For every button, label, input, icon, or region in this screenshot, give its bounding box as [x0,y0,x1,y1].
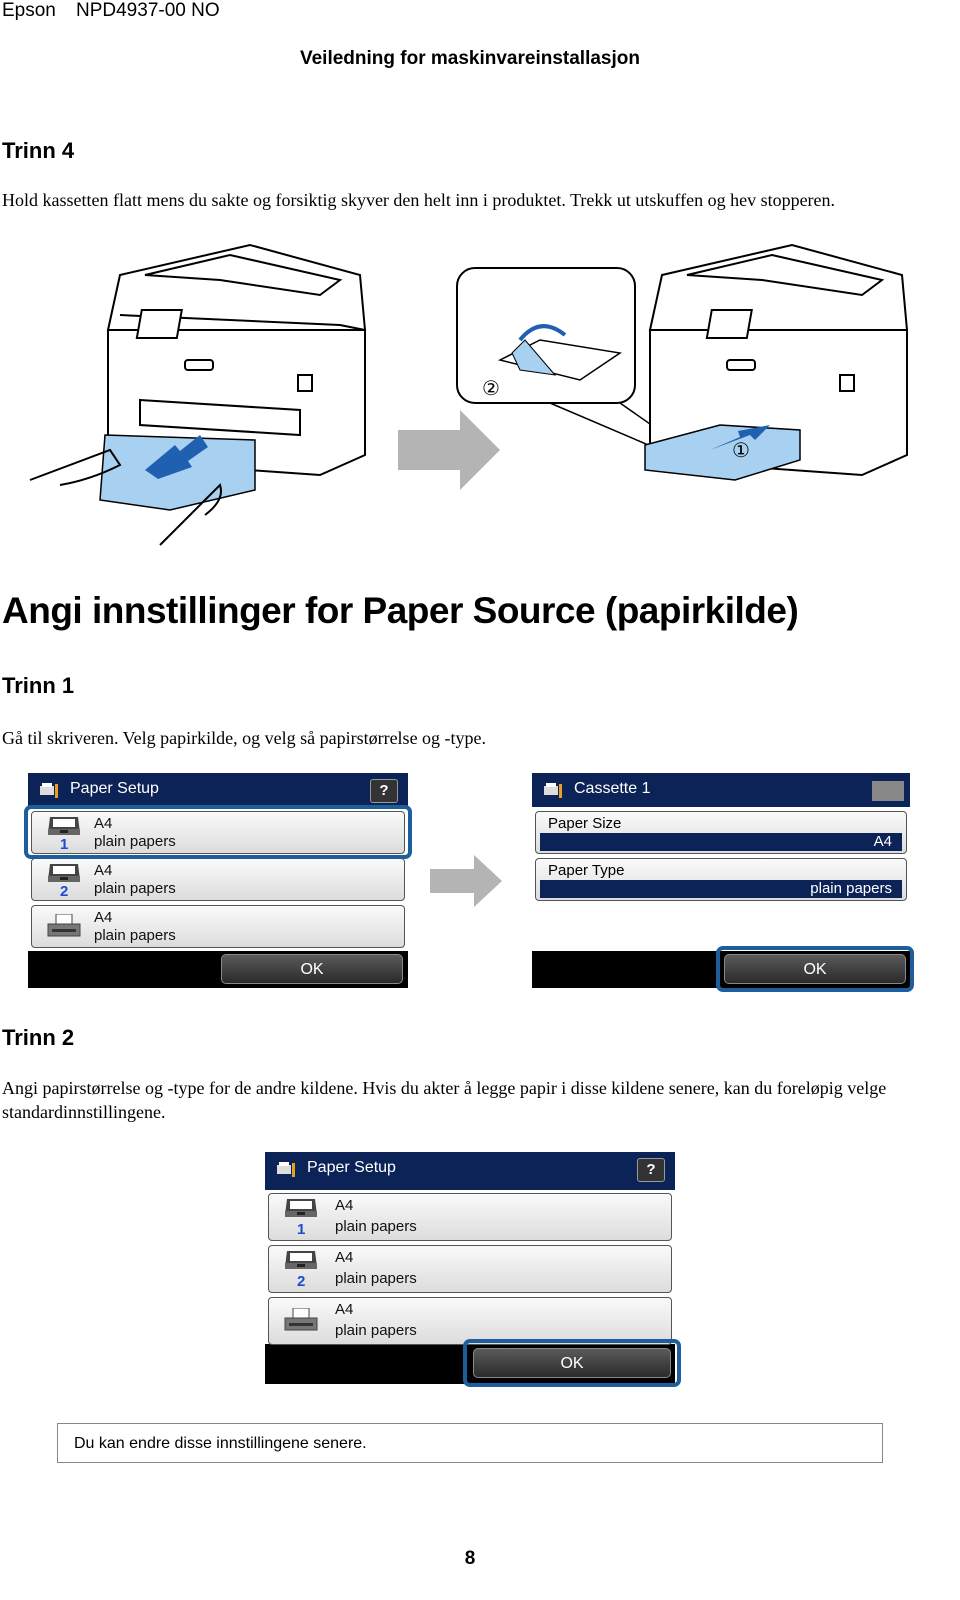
step1-heading: Trinn 1 [2,673,75,698]
cassette-left [99,434,256,511]
source-cassette-1[interactable]: 1 A4 plain papers [268,1193,672,1241]
paper-type: plain papers [94,927,176,944]
setting-label: Paper Type [548,862,625,879]
step2-text: Angi papirstørrelse og -type for de andr… [2,1078,887,1122]
help-button[interactable]: ? [370,779,398,803]
source-cassette-2[interactable]: 2 A4 plain papers [31,858,405,901]
next-arrow-icon [398,410,500,490]
header-doc-code: NPD4937-00 NO [76,0,220,21]
source-cassette-2[interactable]: 2 A4 plain papers [268,1245,672,1293]
panel-title-bar: Paper Setup ? [28,773,408,807]
source-number: 2 [60,883,69,900]
note-text: Du kan endre disse innstillingene senere… [74,1435,367,1452]
cassette-settings-panel: Cassette 1 Paper Size A4 Paper Type plai… [532,773,914,992]
panel-title-bar: Cassette 1 [532,773,910,807]
document-title: Veiledning for maskinvareinstallasjon [299,48,640,69]
printer-illustration: ② ① [29,243,909,546]
step2-heading: Trinn 2 [2,1025,75,1050]
source-number: 2 [297,1273,306,1290]
paper-type: plain papers [335,1270,417,1287]
paper-setup-icon [40,783,58,798]
stopper-callout: ② [456,267,681,451]
callout-1-label: ① [732,438,750,462]
paper-setup-panel-step2: Paper Setup ? 1 A4 plain papers 2 A4 pla… [265,1152,681,1387]
paper-size: A4 [335,1197,354,1214]
selection-highlight [716,946,914,992]
source-rear-feed[interactable]: A4 plain papers [31,905,405,948]
setting-label: Paper Size [548,815,622,832]
paper-type: plain papers [335,1218,417,1235]
paper-setup-icon [544,783,562,798]
selection-highlight [463,1339,681,1387]
paper-setup-panel: Paper Setup ? 1 A4 plain papers 2 A4 pla… [24,773,412,988]
section-title: Angi innstillinger for Paper Source (pap… [2,590,799,631]
selection-highlight [24,805,412,859]
rear-feed-icon [284,1308,318,1331]
paper-type: plain papers [94,880,176,897]
panel-title: Cassette 1 [574,780,651,797]
source-rear-feed[interactable]: A4 plain papers [268,1297,672,1345]
panel-title-bar: Paper Setup ? [265,1152,675,1190]
panel-title: Paper Setup [307,1159,396,1176]
setting-value: plain papers [540,880,902,898]
paper-size: A4 [94,909,113,926]
note-box: Du kan endre disse innstillingene senere… [57,1423,883,1463]
paper-size-setting[interactable]: Paper Size A4 [535,811,907,854]
ok-button[interactable]: OK [221,954,403,984]
paper-size: A4 [335,1249,354,1266]
page-number: 8 [464,1548,476,1569]
info-button[interactable] [872,781,904,801]
source-number: 1 [297,1221,306,1238]
header-brand: Epson [2,0,56,21]
paper-setup-icon [277,1162,295,1177]
next-arrow-icon [430,855,502,907]
paper-size: A4 [335,1301,354,1318]
help-button[interactable]: ? [637,1158,665,1182]
paper-type-setting[interactable]: Paper Type plain papers [535,858,907,901]
step1-text: Gå til skriveren. Velg papirkilde, og ve… [2,728,487,748]
cassette-icon [285,1199,317,1217]
cassette-icon [285,1251,317,1269]
setting-value: A4 [540,833,902,851]
panel-title: Paper Setup [70,780,159,797]
paper-size: A4 [94,862,113,879]
rear-feed-icon [47,914,81,937]
step4-heading: Trinn 4 [2,138,75,163]
step4-text: Hold kassetten flatt mens du sakte og fo… [2,190,836,210]
paper-type: plain papers [335,1322,417,1339]
callout-2-label: ② [482,376,500,400]
